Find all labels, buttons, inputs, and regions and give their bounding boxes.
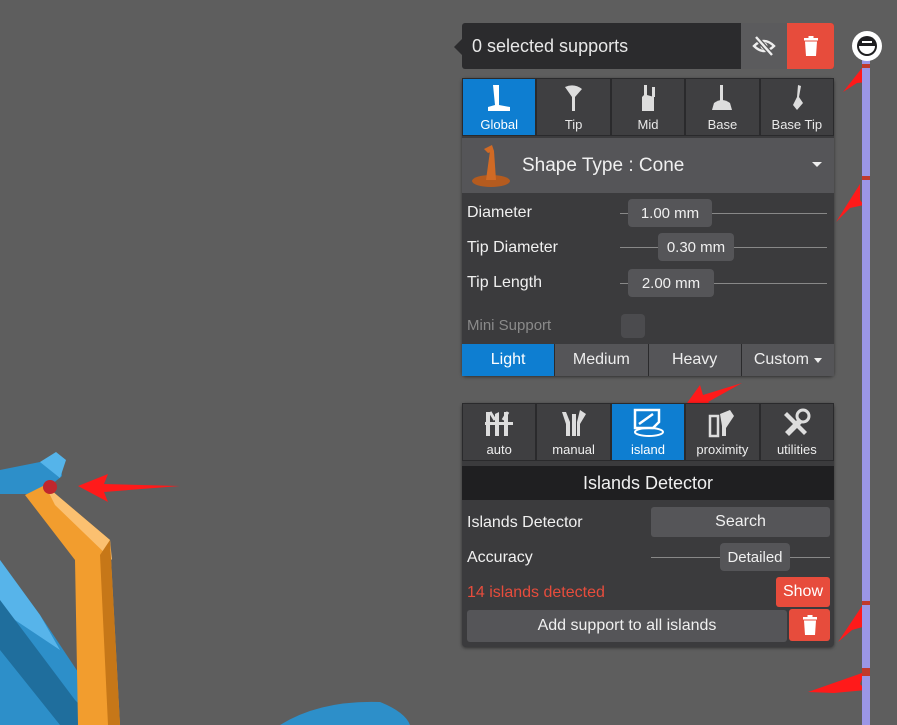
delete-island-supports-button[interactable] <box>789 609 830 641</box>
tab-base-tip[interactable]: Base Tip <box>759 78 835 136</box>
selection-bar: 0 selected supports <box>454 23 834 69</box>
accuracy-label: Accuracy <box>467 549 533 566</box>
arrow-slider-upper <box>836 184 864 222</box>
chevron-down-icon <box>812 162 822 167</box>
selection-bar-pointer <box>454 39 462 55</box>
tip-diameter-slider-handle[interactable]: 0.30 mm <box>658 233 734 261</box>
tab-manual[interactable]: manual <box>536 403 611 461</box>
support-density-selector: Light Medium Heavy Custom <box>462 344 834 376</box>
tab-label: auto <box>486 442 512 457</box>
tab-tip[interactable]: Tip <box>536 78 611 136</box>
islands-detector-header: Islands Detector <box>462 466 834 500</box>
support-settings-panel: Global Tip Mid Base Base Tip Shape Type … <box>462 78 835 376</box>
layer-slider-track[interactable] <box>862 60 870 725</box>
trash-icon <box>802 615 817 635</box>
cone-support-icon <box>472 145 510 187</box>
support-type-tabs: Global Tip Mid Base Base Tip <box>462 78 835 138</box>
tab-label: Base <box>707 117 738 132</box>
tab-label: Mid <box>637 117 659 132</box>
global-support-icon <box>488 85 511 111</box>
density-custom-label: Custom <box>753 351 809 368</box>
show-islands-button[interactable]: Show <box>776 577 830 607</box>
tip-length-label: Tip Length <box>467 274 543 291</box>
tab-proximity[interactable]: proximity <box>685 403 760 461</box>
islands-detected-count: 14 islands detected <box>467 584 605 601</box>
hide-supports-button[interactable] <box>741 23 787 69</box>
proximity-icon <box>709 410 735 438</box>
base-tip-support-icon <box>792 85 803 110</box>
tab-utilities[interactable]: utilities <box>759 403 835 461</box>
tip-diameter-label: Tip Diameter <box>467 239 558 256</box>
density-medium-button[interactable]: Medium <box>555 344 649 376</box>
tab-global[interactable]: Global <box>462 78 537 136</box>
eye-slash-icon <box>752 36 776 56</box>
density-heavy-button[interactable]: Heavy <box>648 344 742 376</box>
base-support-icon <box>712 85 733 110</box>
island-marker[interactable] <box>43 480 57 494</box>
mini-support-label: Mini Support <box>467 317 552 334</box>
density-custom-button[interactable]: Custom <box>741 344 834 376</box>
add-support-all-islands-button[interactable]: Add support to all islands <box>467 610 787 642</box>
shape-type-label: Shape Type : Cone <box>522 155 685 176</box>
manual-icon <box>561 410 586 436</box>
island-icon <box>633 408 665 437</box>
chevron-down-icon <box>813 357 822 363</box>
diameter-slider-handle[interactable]: 1.00 mm <box>628 199 712 227</box>
tab-island[interactable]: island <box>610 403 686 461</box>
accuracy-slider-handle[interactable]: Detailed <box>720 543 790 571</box>
search-islands-button[interactable]: Search <box>651 507 830 537</box>
layer-marker <box>862 176 870 180</box>
islands-detector-label: Islands Detector <box>467 514 583 531</box>
auto-icon <box>485 411 514 436</box>
support-tools-panel: auto manual island proximity utilities I… <box>462 403 835 647</box>
arrow-island <box>78 474 180 502</box>
mini-support-checkbox[interactable] <box>621 314 645 338</box>
tab-label: Base Tip <box>771 117 823 132</box>
diameter-label: Diameter <box>467 204 532 221</box>
trash-icon <box>803 36 818 56</box>
tip-length-slider-handle[interactable]: 2.00 mm <box>628 269 714 297</box>
tab-label: Tip <box>564 117 583 132</box>
tab-label: utilities <box>776 442 817 457</box>
tab-label: Global <box>480 117 518 132</box>
layer-marker <box>862 64 870 68</box>
delete-supports-button[interactable] <box>787 23 834 69</box>
tab-auto[interactable]: auto <box>462 403 537 461</box>
model-blue-bottom <box>280 701 410 725</box>
layer-marker <box>862 601 870 605</box>
layer-marker <box>862 668 870 676</box>
tab-mid[interactable]: Mid <box>610 78 686 136</box>
tab-label: proximity <box>696 442 749 457</box>
mid-support-icon <box>642 85 656 111</box>
tab-label: manual <box>552 442 595 457</box>
tab-base[interactable]: Base <box>685 78 760 136</box>
layer-handle-icon <box>857 36 877 56</box>
tip-support-icon <box>564 85 582 111</box>
tab-label: island <box>631 442 665 457</box>
density-light-button[interactable]: Light <box>462 344 556 376</box>
tool-tabs: auto manual island proximity utilities <box>462 403 835 463</box>
layer-slider-handle[interactable] <box>852 31 882 61</box>
shape-type-dropdown[interactable]: Shape Type : Cone <box>462 138 834 193</box>
selected-supports-count: 0 selected supports <box>472 36 629 56</box>
arrow-slider-bottom <box>808 672 866 693</box>
utilities-icon <box>783 408 811 436</box>
